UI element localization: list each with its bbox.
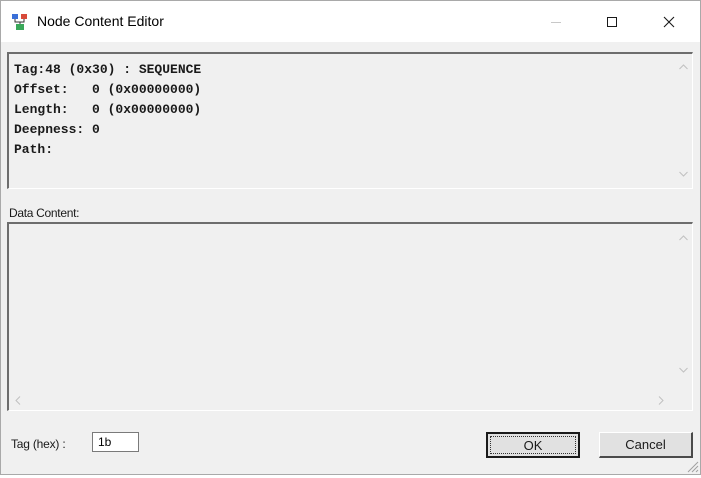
tag-hex-input[interactable] [92, 432, 139, 452]
data-content-vertical-scrollbar[interactable] [675, 224, 692, 394]
maximize-button[interactable] [584, 1, 640, 42]
tag-hex-label: Tag (hex) : [11, 437, 66, 451]
data-content-horizontal-scrollbar[interactable] [9, 393, 692, 410]
tree-nodes-icon [11, 13, 29, 31]
minimize-button[interactable] [528, 1, 584, 42]
scroll-up-icon[interactable] [678, 233, 689, 244]
resize-grip-icon[interactable] [685, 459, 699, 473]
close-button[interactable] [641, 1, 697, 42]
scroll-down-icon[interactable] [678, 169, 689, 180]
window-title: Node Content Editor [37, 13, 164, 29]
data-content-label: Data Content: [9, 206, 80, 220]
scroll-right-icon[interactable] [655, 396, 666, 407]
close-icon [663, 16, 675, 27]
ok-button[interactable]: OK [486, 432, 580, 458]
title-bar[interactable]: Node Content Editor [1, 1, 700, 42]
scroll-left-icon[interactable] [12, 396, 23, 407]
node-info-text: Tag:48 (0x30) : SEQUENCE Offset: 0 (0x00… [14, 62, 202, 157]
cancel-button-label: Cancel [625, 437, 666, 452]
node-info-textbox[interactable]: Tag:48 (0x30) : SEQUENCE Offset: 0 (0x00… [7, 52, 693, 189]
scroll-up-icon[interactable] [678, 62, 689, 73]
node-info-vertical-scrollbar[interactable] [675, 54, 692, 188]
scroll-down-icon[interactable] [678, 365, 689, 376]
cancel-button[interactable]: Cancel [599, 432, 693, 458]
minimize-icon [551, 21, 561, 23]
node-content-editor-window: Node Content Editor Tag:48 (0x30) : SEQU… [0, 0, 701, 475]
focus-rectangle [490, 436, 576, 454]
maximize-icon [607, 16, 617, 27]
data-content-textbox[interactable] [7, 222, 693, 411]
